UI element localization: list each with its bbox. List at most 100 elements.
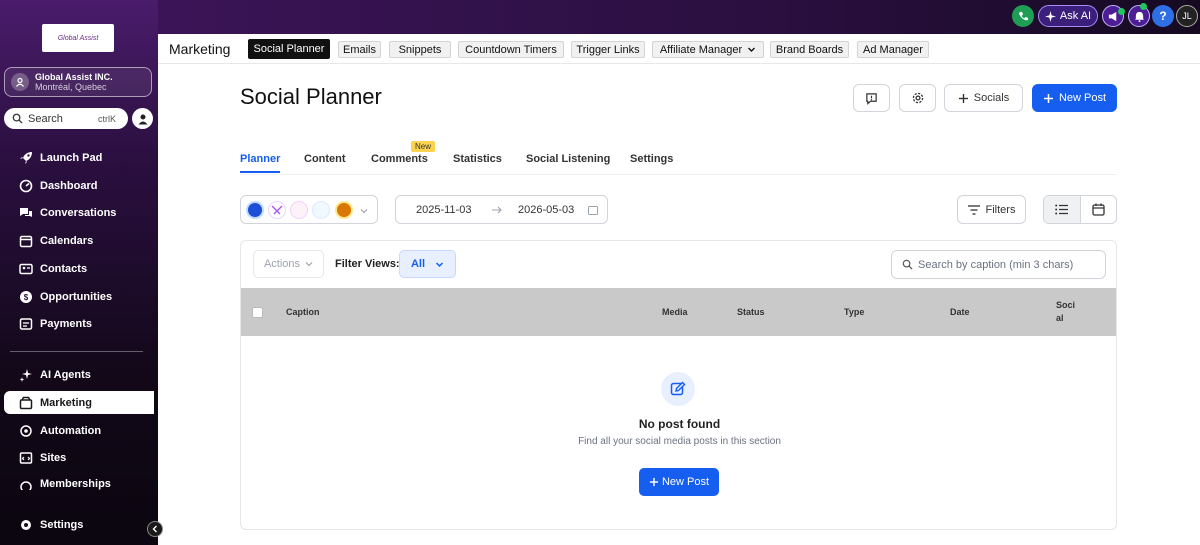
sidebar-item-contacts[interactable]: Contacts: [4, 257, 154, 280]
tab-settings[interactable]: Settings: [630, 153, 673, 165]
calendar-icon: [1092, 203, 1105, 216]
sidebar-item-sites[interactable]: Sites: [4, 446, 154, 469]
column-media[interactable]: Media: [662, 307, 688, 317]
sidebar-item-marketing[interactable]: Marketing: [4, 391, 154, 414]
list-icon: [1055, 204, 1069, 215]
automation-icon: [18, 423, 34, 439]
tab-emails[interactable]: Emails: [338, 41, 381, 58]
chevron-left-icon: [152, 525, 157, 533]
socials-button[interactable]: Socials: [944, 84, 1023, 112]
announcements-button[interactable]: [1102, 5, 1125, 27]
sidebar-item-label: Opportunities: [40, 290, 113, 303]
account-avatar[interactable]: [246, 201, 264, 219]
tab-social-listening[interactable]: Social Listening: [526, 153, 610, 165]
sidebar-item-memberships[interactable]: Memberships: [4, 474, 154, 490]
account-avatar[interactable]: [335, 201, 353, 219]
tab-social-planner[interactable]: Social Planner: [248, 39, 330, 59]
tab-label: Ad Manager: [863, 43, 923, 56]
plus-icon: [1043, 93, 1053, 103]
account-name: Global Assist INC.: [35, 72, 113, 82]
social-account-picker[interactable]: [240, 195, 378, 224]
sidebar-item-conversations[interactable]: Conversations: [4, 201, 154, 224]
tab-label: Countdown Timers: [465, 43, 557, 56]
empty-new-post-button[interactable]: New Post: [639, 468, 719, 496]
column-caption[interactable]: Caption: [286, 307, 320, 317]
user-profile-button[interactable]: [132, 108, 153, 129]
empty-new-post-label: New Post: [661, 476, 710, 488]
notification-dot: [1140, 3, 1147, 10]
company-logo[interactable]: Global Assist: [42, 24, 114, 52]
avatar-initials: JL: [1182, 11, 1192, 21]
sidebar-item-dashboard[interactable]: Dashboard: [4, 174, 154, 197]
end-date[interactable]: 2026-05-03: [518, 204, 574, 216]
column-status[interactable]: Status: [737, 307, 765, 317]
edit-icon: [661, 372, 695, 406]
top-bar: Ask AI ? JL: [158, 0, 1200, 34]
plus-icon: [649, 477, 659, 487]
sidebar-item-ai-agents[interactable]: AI Agents: [4, 363, 154, 386]
feedback-button[interactable]: [853, 84, 890, 112]
sidebar-search[interactable]: Search ctrlK: [4, 108, 128, 129]
sidebar-item-label: Conversations: [40, 206, 117, 219]
sidebar-item-opportunities[interactable]: $ Opportunities: [4, 285, 154, 308]
socials-label: Socials: [973, 92, 1010, 104]
column-social[interactable]: Soci al: [1056, 299, 1080, 325]
new-post-label: New Post: [1058, 92, 1107, 104]
tab-brand-boards[interactable]: Brand Boards: [770, 41, 849, 58]
sidebar-item-automation[interactable]: Automation: [4, 419, 154, 442]
search-label: Search: [28, 112, 63, 125]
actions-dropdown[interactable]: Actions: [253, 250, 324, 278]
tab-statistics[interactable]: Statistics: [453, 153, 502, 165]
sidebar-item-calendars[interactable]: Calendars: [4, 229, 154, 252]
dashboard-icon: [18, 178, 34, 194]
settings-button[interactable]: [899, 84, 936, 112]
calendar-view-button[interactable]: [1081, 196, 1117, 223]
notifications-button[interactable]: [1128, 3, 1150, 27]
search-icon: [12, 113, 23, 124]
account-avatar[interactable]: [268, 201, 286, 219]
help-button[interactable]: ?: [1152, 5, 1174, 27]
tab-label: Snippets: [398, 43, 442, 56]
filters-label: Filters: [985, 203, 1016, 216]
column-type[interactable]: Type: [844, 307, 864, 317]
sidebar-item-settings[interactable]: Settings: [4, 513, 154, 536]
account-avatar[interactable]: [290, 201, 308, 219]
account-avatar[interactable]: [312, 201, 330, 219]
ask-ai-button[interactable]: Ask AI: [1038, 5, 1098, 27]
tab-trigger-links[interactable]: Trigger Links: [571, 41, 645, 58]
sidebar-collapse-button[interactable]: [147, 521, 163, 537]
tab-content[interactable]: Content: [304, 153, 346, 165]
sidebar-item-label: Dashboard: [40, 179, 98, 192]
tab-affiliate-manager[interactable]: Affiliate Manager: [652, 41, 764, 58]
user-avatar[interactable]: JL: [1176, 5, 1198, 27]
start-date[interactable]: 2025-11-03: [416, 204, 471, 216]
logo-text: Global Assist: [57, 34, 99, 42]
new-post-button[interactable]: New Post: [1032, 84, 1117, 112]
caption-search-input[interactable]: Search by caption (min 3 chars): [891, 250, 1106, 279]
marketing-icon: [18, 395, 34, 411]
sidebar-item-launch-pad[interactable]: Launch Pad: [4, 146, 154, 169]
payments-icon: [18, 316, 34, 332]
filter-views-select[interactable]: All: [399, 250, 456, 278]
phone-icon: [1018, 11, 1028, 20]
phone-button[interactable]: [1012, 5, 1034, 27]
tab-comments[interactable]: Comments: [371, 153, 428, 165]
tab-countdown-timers[interactable]: Countdown Timers: [458, 41, 564, 58]
sidebar-item-label: Automation: [40, 424, 102, 437]
filter-icon: [967, 204, 980, 215]
sidebar-item-payments[interactable]: Payments: [4, 312, 154, 335]
column-date[interactable]: Date: [950, 307, 970, 317]
filters-button[interactable]: Filters: [957, 195, 1026, 224]
tab-snippets[interactable]: Snippets: [389, 41, 451, 58]
tab-planner[interactable]: Planner: [240, 153, 281, 173]
svg-text:$: $: [24, 293, 29, 302]
posts-table-card: Actions Filter Views: All Search by capt…: [240, 240, 1117, 530]
date-range-picker[interactable]: 2025-11-03 2026-05-03: [395, 195, 608, 224]
select-all-checkbox[interactable]: [252, 307, 263, 318]
tab-ad-manager[interactable]: Ad Manager: [857, 41, 929, 58]
location-icon: [11, 73, 29, 91]
ask-ai-label: Ask AI: [1059, 10, 1092, 22]
account-location: Montréal, Quebec: [35, 82, 107, 92]
list-view-button[interactable]: [1044, 196, 1081, 223]
account-switcher[interactable]: Global Assist INC. Montréal, Quebec: [4, 67, 152, 97]
